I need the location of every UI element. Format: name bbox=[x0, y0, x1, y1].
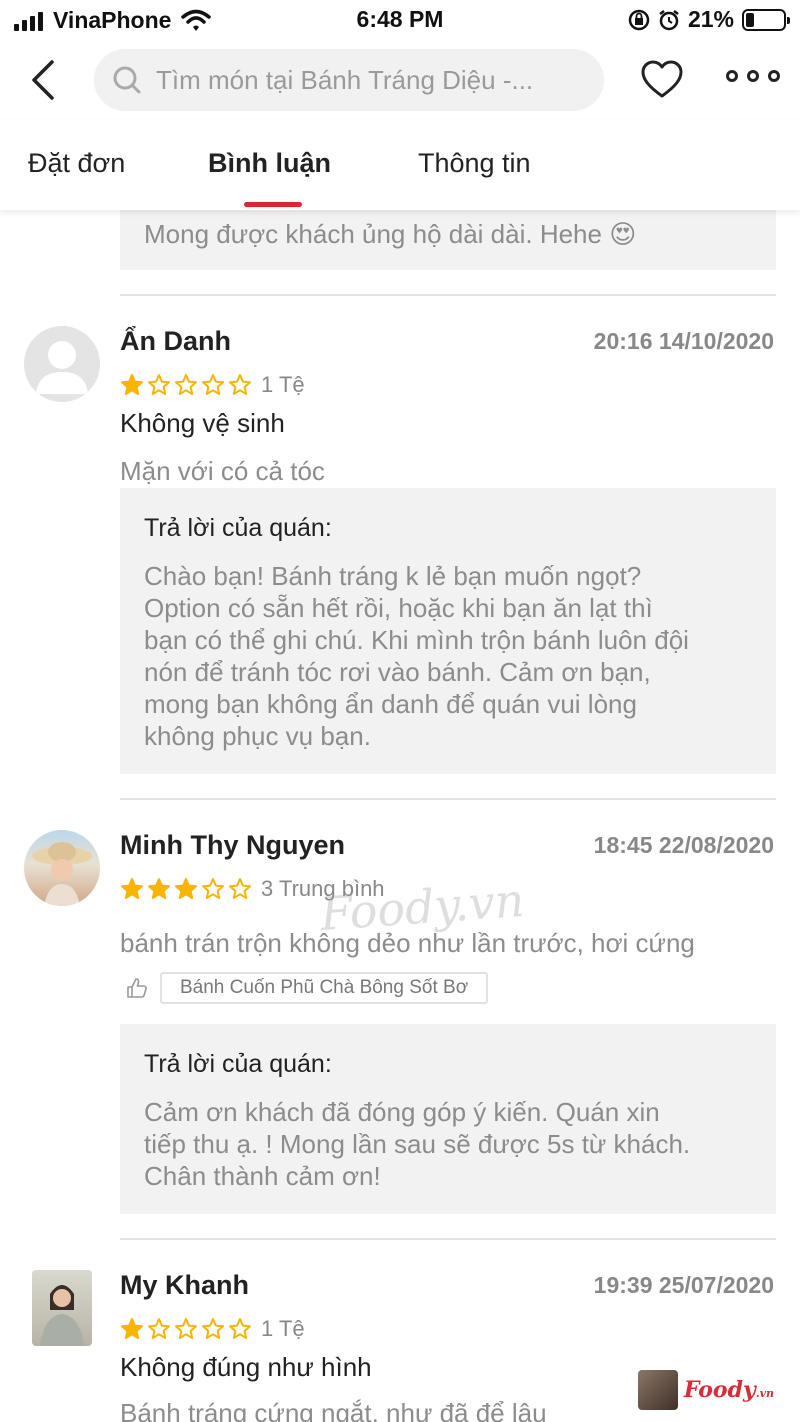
liked-dish-row: Bánh Cuốn Phũ Chà Bông Sốt Bơ bbox=[126, 972, 489, 1004]
avatar[interactable] bbox=[32, 1270, 92, 1346]
search-input[interactable]: Tìm món tại Bánh Tráng Diệu -... bbox=[94, 49, 604, 111]
status-bar: VinaPhone 6:48 PM 21% bbox=[0, 0, 800, 40]
previous-reply-text: Mong được khách ủng hộ dài dài. Hehe bbox=[144, 219, 602, 249]
star-empty-icon bbox=[229, 1318, 251, 1339]
star-rating: 1 Tệ bbox=[120, 372, 305, 398]
star-empty-icon bbox=[175, 1318, 197, 1339]
default-avatar-icon bbox=[36, 341, 88, 394]
avatar-photo bbox=[40, 1285, 84, 1346]
tab-bar: Đặt đơn Bình luận Thông tin bbox=[0, 120, 800, 210]
more-icon[interactable] bbox=[726, 70, 780, 82]
reply-line: Option có sẵn hết rồi, hoặc khi bạn ăn l… bbox=[144, 593, 653, 623]
star-filled-icon bbox=[175, 878, 197, 899]
star-filled-icon bbox=[121, 878, 143, 899]
tab-info[interactable]: Thông tin bbox=[418, 148, 531, 179]
active-tab-indicator bbox=[244, 202, 302, 207]
back-icon[interactable] bbox=[24, 56, 64, 104]
avatar-photo bbox=[32, 842, 92, 906]
review-body: Mặn với có cả tóc bbox=[120, 456, 325, 486]
rating-label: 1 Tệ bbox=[261, 372, 305, 397]
reply-line: Cảm ơn khách đã đóng góp ý kiến. Quán xi… bbox=[144, 1097, 660, 1127]
tab-reviews[interactable]: Bình luận bbox=[208, 148, 331, 179]
review-date: 18:45 22/08/2020 bbox=[593, 832, 774, 858]
battery-icon bbox=[742, 8, 790, 31]
review-body: Bánh tráng cứng ngắt, như đã để lâu bbox=[120, 1398, 547, 1422]
star-empty-icon bbox=[229, 374, 251, 395]
reviewer-name[interactable]: Minh Thy Nguyen bbox=[120, 830, 345, 861]
alarm-icon bbox=[659, 9, 679, 30]
brand-badge: Foody.vn bbox=[637, 1370, 774, 1410]
reply-line: Chân thành cảm ơn! bbox=[144, 1161, 381, 1191]
shop-reply-box: Trả lời của quán: Chào bạn! Bánh tráng k… bbox=[120, 488, 776, 774]
thumbs-up-icon[interactable] bbox=[126, 977, 148, 999]
heart-eyes-emoji: 😍 bbox=[609, 219, 637, 249]
star-empty-icon bbox=[202, 878, 224, 899]
reviewer-name[interactable]: Ẩn Danh bbox=[120, 326, 231, 357]
search-placeholder: Tìm món tại Bánh Tráng Diệu -... bbox=[156, 64, 534, 95]
review-date: 20:16 14/10/2020 bbox=[593, 328, 774, 354]
avatar[interactable] bbox=[24, 326, 100, 402]
star-empty-icon bbox=[229, 878, 251, 899]
rating-label: 1 Tệ bbox=[261, 1316, 305, 1341]
reviewer-name[interactable]: My Khanh bbox=[120, 1270, 249, 1301]
star-filled-icon bbox=[148, 878, 170, 899]
avatar[interactable] bbox=[24, 830, 100, 906]
reply-line: Chào bạn! Bánh tráng k lẻ bạn muốn ngọt? bbox=[144, 561, 642, 591]
divider bbox=[120, 1238, 776, 1240]
divider bbox=[120, 798, 776, 800]
reply-line: bạn có thể ghi chú. Khi mình trộn bánh l… bbox=[144, 625, 689, 655]
brand-thumbnail bbox=[637, 1370, 678, 1410]
divider bbox=[120, 294, 776, 296]
dish-tag[interactable]: Bánh Cuốn Phũ Chà Bông Sốt Bơ bbox=[160, 972, 489, 1004]
heart-icon[interactable] bbox=[640, 58, 684, 102]
brand-suffix: .vn bbox=[755, 1387, 774, 1400]
reply-line: nón để tránh tóc rơi vào bánh. Cảm ơn bạ… bbox=[144, 657, 651, 687]
review-date: 19:39 25/07/2020 bbox=[593, 1272, 774, 1298]
reply-line: không phục vụ bạn. bbox=[144, 721, 371, 751]
star-rating: 1 Tệ bbox=[120, 1316, 305, 1342]
search-icon bbox=[113, 66, 141, 94]
reviews-list[interactable]: Mong được khách ủng hộ dài dài. Hehe 😍 Ẩ… bbox=[0, 210, 800, 1422]
star-filled-icon bbox=[121, 374, 143, 395]
header: Tìm món tại Bánh Tráng Diệu -... bbox=[0, 40, 800, 120]
review-title: Không đúng như hình bbox=[120, 1352, 372, 1382]
star-empty-icon bbox=[148, 374, 170, 395]
star-empty-icon bbox=[202, 1318, 224, 1339]
reply-line: mong bạn không ẩn danh để quán vui lòng bbox=[144, 689, 637, 719]
star-filled-icon bbox=[121, 1318, 143, 1339]
reply-label: Trả lời của quán: bbox=[144, 1050, 332, 1078]
rotation-lock-icon bbox=[628, 9, 650, 30]
reply-label: Trả lời của quán: bbox=[144, 514, 332, 542]
review-title: Không vệ sinh bbox=[120, 408, 285, 438]
previous-reply-box: Mong được khách ủng hộ dài dài. Hehe 😍 bbox=[120, 210, 776, 270]
battery-percent: 21% bbox=[687, 6, 734, 32]
reply-line: tiếp thu ạ. ! Mong lần sau sẽ được 5s từ… bbox=[144, 1129, 691, 1159]
brand-name: Foody bbox=[683, 1377, 756, 1403]
star-empty-icon bbox=[148, 1318, 170, 1339]
star-empty-icon bbox=[175, 374, 197, 395]
star-empty-icon bbox=[202, 374, 224, 395]
shop-reply-box: Trả lời của quán: Cảm ơn khách đã đóng g… bbox=[120, 1024, 776, 1214]
tab-order[interactable]: Đặt đơn bbox=[28, 148, 125, 179]
